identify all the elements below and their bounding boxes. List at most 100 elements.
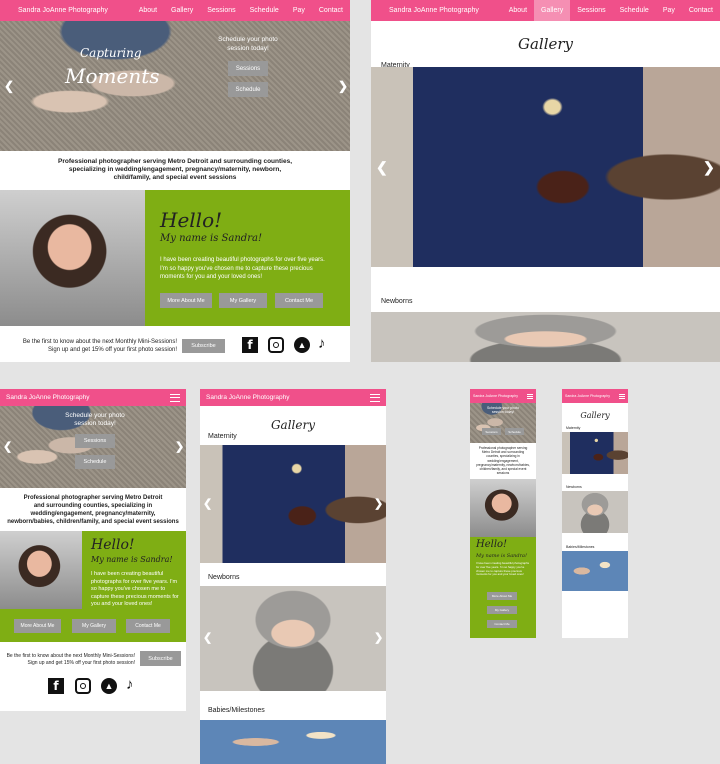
about-body: I have been creating beautiful photograp… bbox=[91, 571, 179, 607]
tiktok-icon[interactable]: ♪ bbox=[318, 335, 326, 352]
desktop-home-frame: Sandra JoAnne Photography About Gallery … bbox=[0, 0, 350, 362]
slider-prev-icon[interactable]: ❮ bbox=[4, 79, 14, 93]
nav-bar: Sandra JoAnne Photography bbox=[200, 389, 386, 406]
phone-gallery-frame: Sandra JoAnne Photography Gallery Matern… bbox=[562, 389, 628, 638]
nav-about[interactable]: About bbox=[132, 0, 164, 21]
nav-schedule[interactable]: Schedule bbox=[613, 0, 656, 21]
hero-cta-line1: Schedule your photo bbox=[218, 36, 278, 43]
sessions-button[interactable]: Sessions bbox=[482, 428, 501, 435]
nav-links: About Gallery Sessions Schedule Pay Cont… bbox=[132, 0, 350, 21]
hamburger-menu-icon[interactable] bbox=[170, 393, 180, 402]
newsletter-line: Sign up and get 15% off your first photo… bbox=[48, 347, 177, 353]
nav-pay[interactable]: Pay bbox=[656, 0, 682, 21]
nav-contact[interactable]: Contact bbox=[682, 0, 720, 21]
sandra-portrait-photo bbox=[0, 531, 82, 609]
slider-prev-icon[interactable]: ❮ bbox=[3, 440, 12, 453]
nav-sessions[interactable]: Sessions bbox=[200, 0, 242, 21]
slider-next-icon[interactable]: ❯ bbox=[374, 631, 383, 644]
nav-pay[interactable]: Pay bbox=[286, 0, 312, 21]
twitter-icon[interactable]: ▲ bbox=[101, 678, 117, 694]
nav-about[interactable]: About bbox=[502, 0, 534, 21]
instagram-icon[interactable] bbox=[268, 337, 284, 353]
sessions-button[interactable]: Sessions bbox=[75, 434, 115, 448]
contact-me-button[interactable]: Contact Me bbox=[275, 293, 323, 308]
subscribe-button[interactable]: Subscribe bbox=[182, 339, 225, 353]
schedule-button[interactable]: Schedule bbox=[505, 428, 524, 435]
babies-slider bbox=[200, 720, 386, 764]
facebook-icon[interactable]: f bbox=[242, 337, 258, 353]
slider-prev-icon[interactable]: ❮ bbox=[376, 159, 388, 176]
hero-cta-text: Schedule your photo session today! bbox=[60, 412, 130, 428]
newsletter-section: Be the first to know about the next Mont… bbox=[0, 642, 186, 711]
brand-logo[interactable]: Sandra JoAnne Photography bbox=[6, 394, 89, 401]
brand-logo[interactable]: Sandra JoAnne Photography bbox=[473, 394, 518, 398]
tablet-gallery-frame: Sandra JoAnne Photography Gallery Matern… bbox=[200, 389, 386, 764]
newborns-slider bbox=[371, 312, 720, 362]
brand-logo[interactable]: Sandra JoAnne Photography bbox=[18, 7, 108, 14]
about-section: Hello! My name is Sandra! I have been cr… bbox=[0, 531, 186, 642]
about-panel: Hello! My name is Sandra! I have been cr… bbox=[145, 190, 350, 326]
slider-next-icon[interactable]: ❯ bbox=[703, 159, 715, 176]
schedule-button[interactable]: Schedule bbox=[228, 82, 268, 97]
slider-prev-icon[interactable]: ❮ bbox=[203, 497, 212, 510]
hero-slider: Capturing Moments Schedule your photo se… bbox=[0, 21, 350, 151]
sessions-button[interactable]: Sessions bbox=[228, 61, 268, 76]
hamburger-menu-icon[interactable] bbox=[370, 393, 380, 402]
phone-home-frame: Sandra JoAnne Photography Schedule your … bbox=[470, 389, 536, 638]
intro-line: wedding/engagement, pregnancy/maternity, bbox=[30, 511, 156, 517]
more-about-me-button[interactable]: More About Me bbox=[14, 619, 61, 633]
hero-cta-line2: session today! bbox=[74, 420, 116, 427]
about-hello: Hello! bbox=[476, 539, 508, 550]
slider-prev-icon[interactable]: ❮ bbox=[203, 631, 212, 644]
slider-next-icon[interactable]: ❯ bbox=[338, 79, 348, 93]
my-gallery-button[interactable]: My Gallery bbox=[72, 619, 116, 633]
newsletter-section: Be the first to know about the next Mont… bbox=[0, 326, 350, 362]
brand-logo[interactable]: Sandra JoAnne Photography bbox=[565, 394, 610, 398]
slider-next-icon[interactable]: ❯ bbox=[175, 440, 184, 453]
brand-logo[interactable]: Sandra JoAnne Photography bbox=[389, 7, 479, 14]
maternity-slider: ❮ ❯ bbox=[200, 445, 386, 563]
newborns-slider bbox=[562, 491, 628, 533]
contact-me-button[interactable]: Contact Me bbox=[126, 619, 170, 633]
my-gallery-button[interactable]: My Gallery bbox=[487, 606, 517, 614]
nav-links: About Gallery Sessions Schedule Pay Cont… bbox=[502, 0, 720, 21]
intro-line: newborn/babies, children/family, and spe… bbox=[7, 519, 179, 525]
about-line: I have been creating beautiful photograp… bbox=[160, 257, 325, 263]
subscribe-button[interactable]: Subscribe bbox=[140, 651, 181, 666]
nav-bar: Sandra JoAnne Photography bbox=[470, 389, 536, 403]
nav-sessions[interactable]: Sessions bbox=[570, 0, 612, 21]
instagram-icon[interactable] bbox=[75, 678, 91, 694]
hamburger-menu-icon[interactable] bbox=[619, 393, 625, 399]
hero-cta-line1: Schedule your photo bbox=[65, 412, 125, 419]
maternity-label: Maternity bbox=[208, 433, 237, 440]
nav-schedule[interactable]: Schedule bbox=[243, 0, 286, 21]
newborns-label: Newborns bbox=[381, 298, 413, 305]
intro-line: Professional photographer serving Metro … bbox=[23, 495, 163, 501]
nav-contact[interactable]: Contact bbox=[312, 0, 350, 21]
newborns-slider: ❮ ❯ bbox=[200, 586, 386, 691]
about-name: My name is Sandra! bbox=[160, 233, 262, 244]
about-name: My name is Sandra! bbox=[91, 555, 173, 564]
about-hello: Hello! bbox=[160, 208, 223, 232]
about-name: My name is Sandra! bbox=[476, 553, 527, 559]
newsletter-line: Sign up and get 15% off your first photo… bbox=[27, 660, 135, 666]
hero-script-small: Capturing bbox=[80, 46, 142, 60]
twitter-icon[interactable]: ▲ bbox=[294, 337, 310, 353]
contact-me-button[interactable]: Contact Me bbox=[487, 620, 517, 628]
brand-logo[interactable]: Sandra JoAnne Photography bbox=[206, 394, 289, 401]
newsletter-line: Be the first to know about the next Mont… bbox=[6, 653, 135, 659]
facebook-icon[interactable]: f bbox=[48, 678, 64, 694]
nav-gallery[interactable]: Gallery bbox=[164, 0, 200, 21]
tiktok-icon[interactable]: ♪ bbox=[126, 676, 134, 693]
nav-gallery-active[interactable]: Gallery bbox=[534, 0, 571, 21]
my-gallery-button[interactable]: My Gallery bbox=[219, 293, 267, 308]
desktop-gallery-frame: Sandra JoAnne Photography About Gallery … bbox=[371, 0, 720, 362]
nav-bar: Sandra JoAnne Photography About Gallery … bbox=[0, 0, 350, 21]
hamburger-menu-icon[interactable] bbox=[527, 393, 533, 399]
about-hello: Hello! bbox=[91, 537, 135, 553]
sandra-portrait-photo bbox=[470, 479, 536, 537]
more-about-me-button[interactable]: More About Me bbox=[487, 592, 517, 600]
slider-next-icon[interactable]: ❯ bbox=[374, 497, 383, 510]
more-about-me-button[interactable]: More About Me bbox=[160, 293, 212, 308]
schedule-button[interactable]: Schedule bbox=[75, 455, 115, 469]
